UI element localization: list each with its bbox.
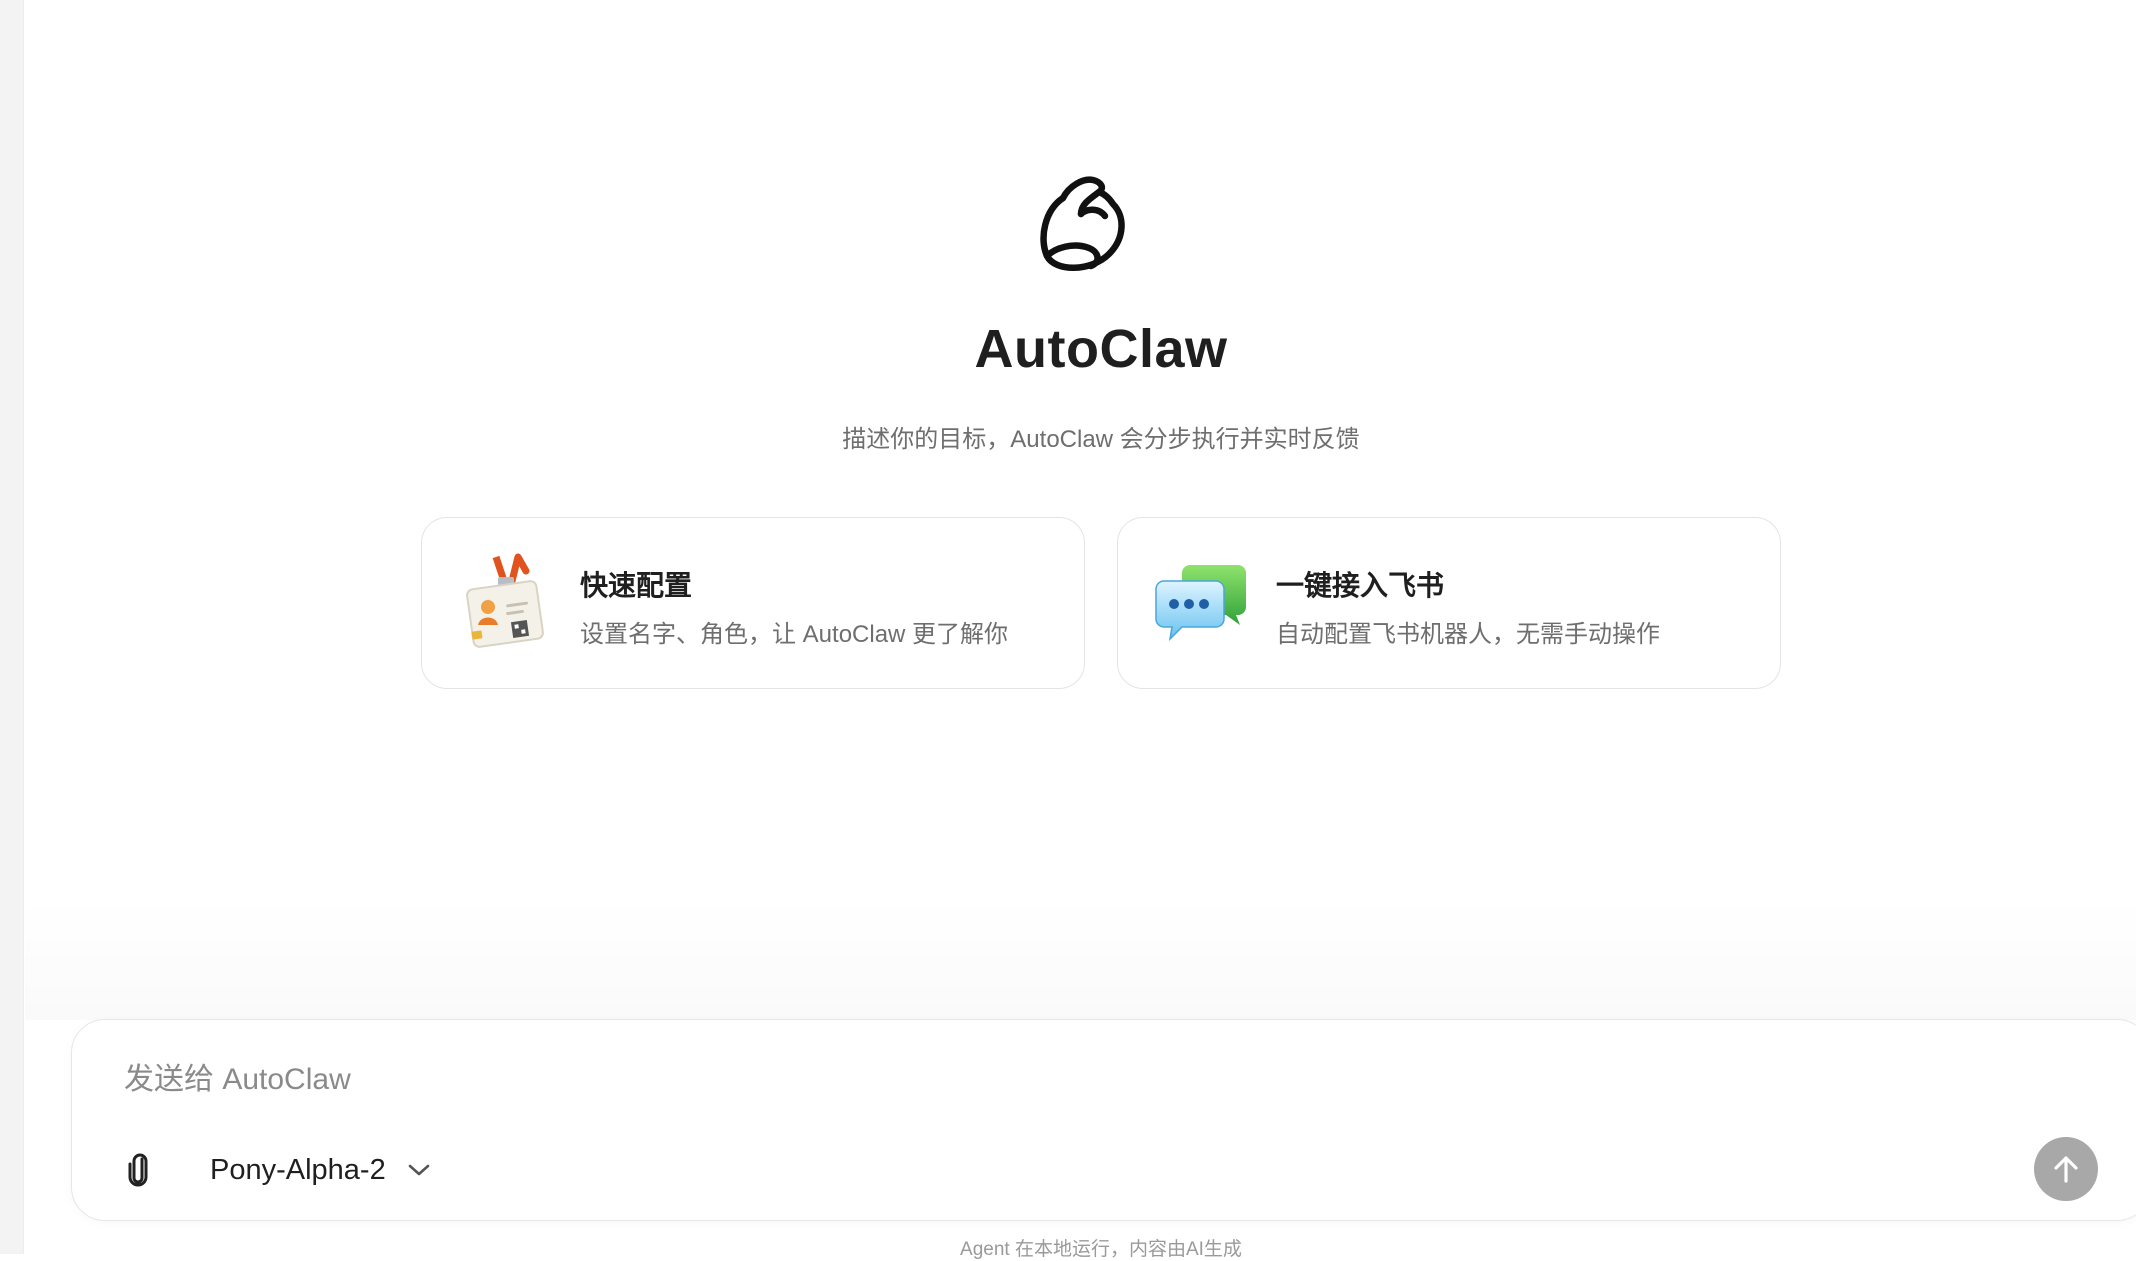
card-description: 自动配置飞书机器人，无需手动操作 [1276,621,1660,648]
app-subtitle: 描述你的目标，AutoClaw 会分步执行并实时反馈 [842,426,1360,453]
quick-setup-card[interactable]: 快速配置 设置名字、角色，让 AutoClaw 更了解你 [421,517,1085,689]
claw-logo-icon [1040,176,1125,271]
arrow-up-icon [2054,1156,2078,1183]
main-panel: AutoClaw 描述你的目标，AutoClaw 会分步执行并实时反馈 快速配置… [25,0,2136,1260]
card-description: 设置名字、角色，让 AutoClaw 更了解你 [580,621,1009,648]
model-selector[interactable]: Pony-Alpha-2 [210,1150,432,1190]
chevron-down-icon [408,1164,430,1176]
feishu-connect-card[interactable]: 一键接入飞书 自动配置飞书机器人，无需手动操作 [1117,517,1781,689]
id-badge-icon [466,553,544,648]
message-composer: Pony-Alpha-2 [71,1019,2136,1221]
app-title: AutoClaw [974,319,1228,379]
card-title: 快速配置 [580,570,693,601]
ai-disclaimer: Agent 在本地运行，内容由AI生成 [960,1239,1242,1260]
model-name: Pony-Alpha-2 [210,1153,386,1186]
message-input[interactable] [124,1060,1824,1100]
sidebar-edge [0,0,24,1254]
paperclip-icon[interactable] [122,1150,158,1190]
composer-fade [25,900,2136,1020]
chat-bubbles-icon [1155,565,1246,642]
card-title: 一键接入飞书 [1276,570,1445,601]
send-button[interactable] [2034,1137,2098,1201]
